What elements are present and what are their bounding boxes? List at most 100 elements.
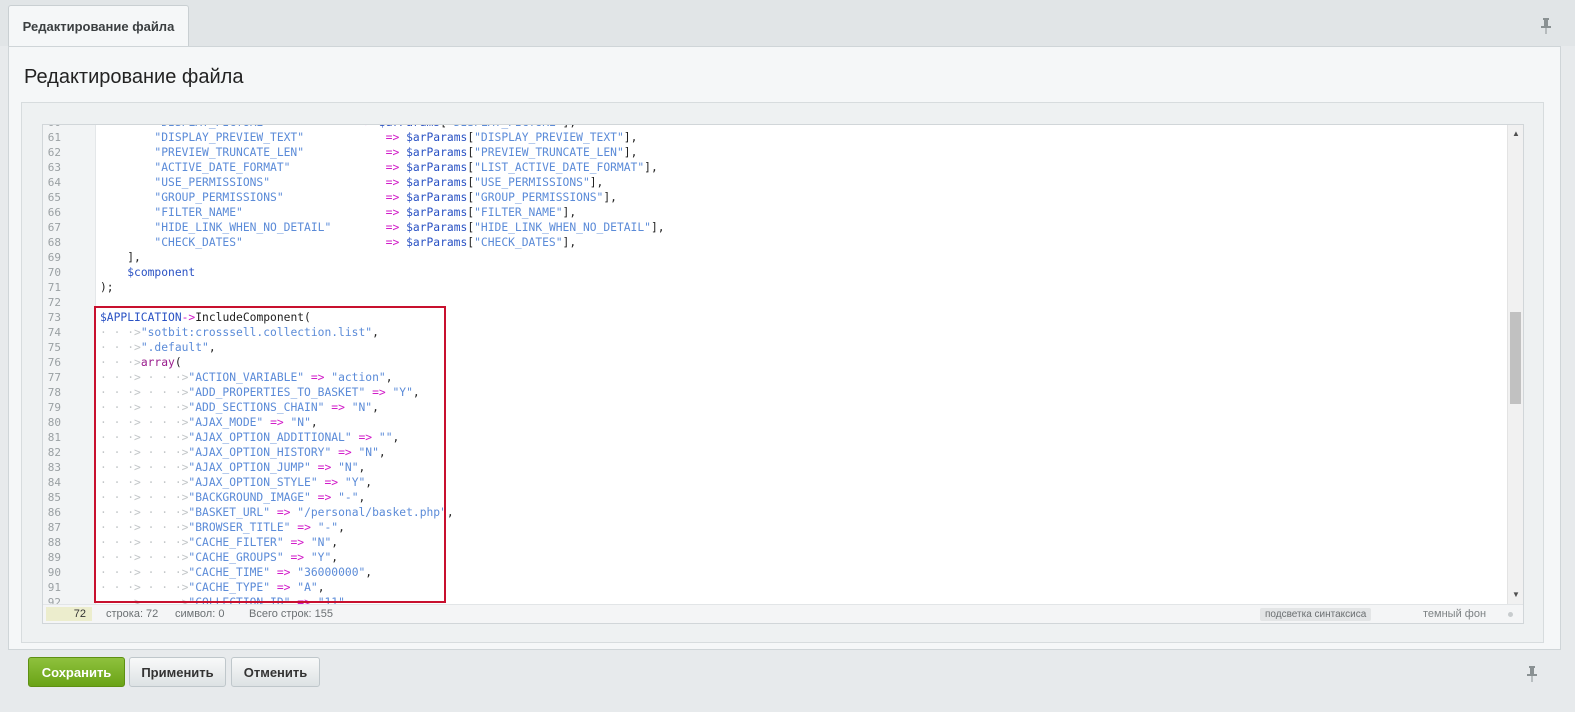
code-line[interactable]: 78 · · ·> · · ·>"ADD_PROPERTIES_TO_BASKET…: [43, 385, 1507, 400]
pin-icon[interactable]: [1539, 17, 1553, 35]
code-line[interactable]: 89 · · ·> · · ·>"CACHE_GROUPS" => "Y",: [43, 550, 1507, 565]
cancel-button[interactable]: Отменить: [231, 657, 320, 687]
line-code: · · ·> · · ·>"COLLECTION_ID" => "11",: [100, 596, 352, 604]
line-code: "USE_PERMISSIONS" => $arParams["USE_PERM…: [100, 176, 604, 189]
line-number: 86: [47, 506, 61, 519]
code-line[interactable]: 65 "GROUP_PERMISSIONS" => $arParams["GRO…: [43, 190, 1507, 205]
code-line[interactable]: 69 ],: [43, 250, 1507, 265]
line-code: · · ·> · · ·>"BACKGROUND_IMAGE" => "-",: [100, 491, 366, 504]
line-number: 92: [47, 596, 61, 604]
syntax-highlight-toggle[interactable]: подсветка синтаксиса: [1260, 608, 1372, 621]
code-area[interactable]: 60 "DISPLAY_PICTURE" => $arParams["DISPL…: [43, 125, 1507, 604]
line-code: · · ·> · · ·>"ACTION_VARIABLE" => "actio…: [100, 371, 393, 384]
code-line[interactable]: 61 "DISPLAY_PREVIEW_TEXT" => $arParams["…: [43, 130, 1507, 145]
arrow-up-icon[interactable]: ▲: [1511, 129, 1521, 139]
line-code: · · ·> · · ·>"AJAX_OPTION_HISTORY" => "N…: [100, 446, 386, 459]
line-number: 80: [47, 416, 61, 429]
code-line[interactable]: 88 · · ·> · · ·>"CACHE_FILTER" => "N",: [43, 535, 1507, 550]
code-line[interactable]: 75 · · ·>".default",: [43, 340, 1507, 355]
code-line[interactable]: 79 · · ·> · · ·>"ADD_SECTIONS_CHAIN" => "…: [43, 400, 1507, 415]
code-lines[interactable]: 60 "DISPLAY_PICTURE" => $arParams["DISPL…: [43, 125, 1507, 604]
code-line[interactable]: 91 · · ·> · · ·>"CACHE_TYPE" => "A",: [43, 580, 1507, 595]
arrow-down-icon[interactable]: ▼: [1511, 590, 1521, 600]
current-line-indicator[interactable]: 72: [46, 607, 92, 621]
page-title: Редактирование файла: [24, 66, 244, 88]
code-line[interactable]: 92 · · ·> · · ·>"COLLECTION_ID" => "11",: [43, 595, 1507, 604]
line-code: "CHECK_DATES" => $arParams["CHECK_DATES"…: [100, 236, 577, 249]
code-line[interactable]: 80 · · ·> · · ·>"AJAX_MODE" => "N",: [43, 415, 1507, 430]
line-number: 71: [47, 281, 61, 294]
vertical-scrollbar[interactable]: ▲ ▼: [1507, 125, 1523, 604]
code-line[interactable]: 68 "CHECK_DATES" => $arParams["CHECK_DAT…: [43, 235, 1507, 250]
line-code: $APPLICATION->IncludeComponent(: [100, 311, 311, 324]
main-panel: Редактирование файла 60 "DISPLAY_PICTURE…: [8, 46, 1561, 650]
code-line[interactable]: 87 · · ·> · · ·>"BROWSER_TITLE" => "-",: [43, 520, 1507, 535]
code-line[interactable]: 81 · · ·> · · ·>"AJAX_OPTION_ADDITIONAL" …: [43, 430, 1507, 445]
line-number: 67: [47, 221, 61, 234]
dark-background-toggle-label[interactable]: темный фон: [1423, 608, 1486, 620]
code-line[interactable]: 82 · · ·> · · ·>"AJAX_OPTION_HISTORY" => …: [43, 445, 1507, 460]
line-number: 79: [47, 401, 61, 414]
code-line[interactable]: 63 "ACTIVE_DATE_FORMAT" => $arParams["LI…: [43, 160, 1507, 175]
line-code: · · ·> · · ·>"CACHE_TIME" => "36000000",: [100, 566, 373, 579]
editor-status-bar: 72 строка: 72 символ: 0 Всего строк: 155…: [43, 604, 1523, 623]
code-line[interactable]: 77 · · ·> · · ·>"ACTION_VARIABLE" => "act…: [43, 370, 1507, 385]
code-line[interactable]: 73 $APPLICATION->IncludeComponent(: [43, 310, 1507, 325]
line-number: 83: [47, 461, 61, 474]
line-code: "HIDE_LINK_WHEN_NO_DETAIL" => $arParams[…: [100, 221, 665, 234]
code-line[interactable]: 62 "PREVIEW_TRUNCATE_LEN" => $arParams["…: [43, 145, 1507, 160]
code-line[interactable]: 72: [43, 295, 1507, 310]
line-number: 82: [47, 446, 61, 459]
line-number: 64: [47, 176, 61, 189]
code-line[interactable]: 64 "USE_PERMISSIONS" => $arParams["USE_P…: [43, 175, 1507, 190]
line-code: "FILTER_NAME" => $arParams["FILTER_NAME"…: [100, 206, 577, 219]
line-code: "DISPLAY_PREVIEW_TEXT" => $arParams["DIS…: [100, 131, 638, 144]
line-code: · · ·> · · ·>"CACHE_GROUPS" => "Y",: [100, 551, 339, 564]
save-button[interactable]: Сохранить: [28, 657, 125, 687]
line-number: 66: [47, 206, 61, 219]
total-lines: Всего строк: 155: [249, 608, 333, 620]
line-number: 78: [47, 386, 61, 399]
tab-edit-file[interactable]: Редактирование файла: [8, 5, 189, 47]
line-code: · · ·> · · ·>"CACHE_TYPE" => "A",: [100, 581, 325, 594]
line-number: 81: [47, 431, 61, 444]
code-line[interactable]: 70 $component: [43, 265, 1507, 280]
code-line[interactable]: 71);: [43, 280, 1507, 295]
apply-button[interactable]: Применить: [129, 657, 226, 687]
line-code: · · ·> · · ·>"CACHE_FILTER" => "N",: [100, 536, 339, 549]
line-code: · · ·> · · ·>"ADD_SECTIONS_CHAIN" => "N"…: [100, 401, 379, 414]
line-number: 84: [47, 476, 61, 489]
line-number: 75: [47, 341, 61, 354]
line-number: 61: [47, 131, 61, 144]
char-position: символ: 0: [175, 608, 225, 620]
line-code: · · ·> · · ·>"BROWSER_TITLE" => "-",: [100, 521, 345, 534]
line-code: · · ·> · · ·>"ADD_PROPERTIES_TO_BASKET" …: [100, 386, 420, 399]
tab-bar: Редактирование файла: [0, 0, 1575, 47]
code-line[interactable]: 85 · · ·> · · ·>"BACKGROUND_IMAGE" => "-"…: [43, 490, 1507, 505]
line-code: · · ·>array(: [100, 356, 182, 369]
code-line[interactable]: 76 · · ·>array(: [43, 355, 1507, 370]
line-code: · · ·>"sotbit:crosssell.collection.list"…: [100, 326, 379, 339]
dark-background-toggle[interactable]: [1508, 612, 1513, 617]
line-code: · · ·> · · ·>"BASKET_URL" => "/personal/…: [100, 506, 454, 519]
line-code: ],: [100, 251, 141, 264]
pin-icon[interactable]: [1525, 665, 1539, 683]
line-number: 76: [47, 356, 61, 369]
line-number: 68: [47, 236, 61, 249]
code-line[interactable]: 67 "HIDE_LINK_WHEN_NO_DETAIL" => $arPara…: [43, 220, 1507, 235]
code-line[interactable]: 66 "FILTER_NAME" => $arParams["FILTER_NA…: [43, 205, 1507, 220]
line-number: 63: [47, 161, 61, 174]
code-line[interactable]: 84 · · ·> · · ·>"AJAX_OPTION_STYLE" => "Y…: [43, 475, 1507, 490]
code-line[interactable]: 90 · · ·> · · ·>"CACHE_TIME" => "36000000…: [43, 565, 1507, 580]
line-code: "GROUP_PERMISSIONS" => $arParams["GROUP_…: [100, 191, 617, 204]
code-editor[interactable]: 60 "DISPLAY_PICTURE" => $arParams["DISPL…: [42, 124, 1524, 624]
line-number: 70: [47, 266, 61, 279]
line-code: "ACTIVE_DATE_FORMAT" => $arParams["LIST_…: [100, 161, 658, 174]
line-code: $component: [127, 266, 196, 279]
code-line[interactable]: 86 · · ·> · · ·>"BASKET_URL" => "/persona…: [43, 505, 1507, 520]
code-line[interactable]: 83 · · ·> · · ·>"AJAX_OPTION_JUMP" => "N"…: [43, 460, 1507, 475]
line-number: 73: [47, 311, 61, 324]
scrollbar-thumb[interactable]: [1510, 312, 1521, 404]
line-number: 72: [47, 296, 61, 309]
code-line[interactable]: 74 · · ·>"sotbit:crosssell.collection.lis…: [43, 325, 1507, 340]
